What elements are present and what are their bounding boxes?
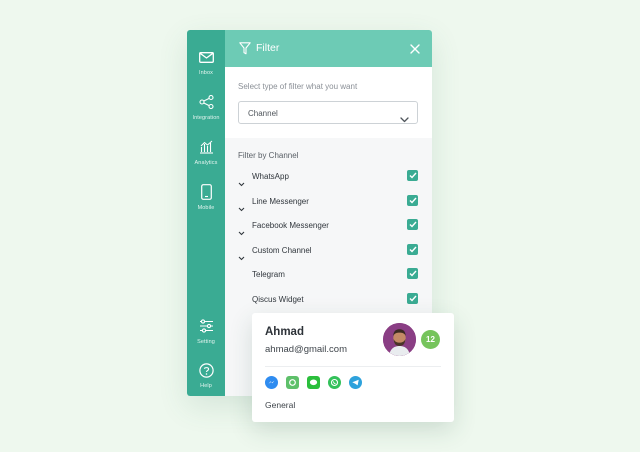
chevron-down-icon[interactable]	[238, 248, 245, 261]
contact-name: Ahmad	[265, 326, 304, 338]
sidebar-item-analytics[interactable]: Analytics	[187, 138, 225, 178]
channel-checkbox[interactable]	[407, 170, 418, 181]
list-item-line-messenger: Line Messenger	[225, 194, 432, 212]
channel-name: Telegram	[252, 270, 285, 279]
chart-icon	[197, 138, 215, 156]
channel-name: Facebook Messenger	[252, 221, 329, 230]
list-item-facebook-messenger: Facebook Messenger	[225, 218, 432, 236]
phone-icon	[197, 183, 215, 201]
sidebar-item-label: Help	[200, 383, 212, 389]
list-item-whatsapp: WhatsApp	[225, 169, 432, 187]
sidebar-item-inbox[interactable]: Inbox	[187, 48, 225, 88]
sidebar-item-label: Mobile	[197, 205, 215, 211]
unread-count-badge: 12	[421, 330, 440, 349]
channel-checkbox[interactable]	[407, 244, 418, 255]
channel-name: Line Messenger	[252, 197, 309, 206]
line-icon	[307, 376, 320, 389]
sidebar-item-label: Setting	[197, 339, 215, 345]
section-title: Filter by Channel	[238, 151, 299, 160]
help-icon	[197, 361, 215, 379]
telegram-icon	[349, 376, 362, 389]
sidebar-item-label: Inbox	[199, 70, 213, 76]
chevron-down-icon[interactable]	[238, 223, 245, 236]
chevron-down-icon[interactable]	[238, 199, 245, 212]
filter-type-selected-value: Channel	[248, 109, 278, 118]
divider	[265, 366, 441, 367]
list-item-telegram: Telegram	[225, 267, 432, 285]
sidebar-item-mobile[interactable]: Mobile	[187, 183, 225, 223]
contact-card[interactable]: Ahmad ahmad@gmail.com 12 General	[252, 313, 454, 422]
share-nodes-icon	[197, 93, 215, 111]
messenger-icon	[265, 376, 278, 389]
channel-checkbox[interactable]	[407, 293, 418, 304]
channel-name: WhatsApp	[252, 172, 289, 181]
avatar	[383, 323, 416, 356]
filter-type-select[interactable]: Channel	[238, 101, 418, 124]
contact-group: General	[265, 400, 296, 410]
sidebar-item-label: Analytics	[194, 160, 218, 166]
chevron-down-icon	[400, 110, 409, 123]
mail-icon	[197, 48, 215, 66]
contact-email: ahmad@gmail.com	[265, 344, 347, 355]
sidebar: Inbox Integration Analytics Mobile Setti…	[187, 30, 225, 396]
channel-checkbox[interactable]	[407, 195, 418, 206]
whatsapp-icon	[328, 376, 341, 389]
sliders-icon	[197, 317, 215, 335]
channel-name: Custom Channel	[252, 246, 312, 255]
qiscus-icon	[286, 376, 299, 389]
list-item-custom-channel: Custom Channel	[225, 243, 432, 261]
filter-panel-title: Filter	[256, 42, 280, 54]
channel-checkbox[interactable]	[407, 219, 418, 230]
sidebar-item-integration[interactable]: Integration	[187, 93, 225, 133]
close-icon[interactable]	[409, 42, 421, 54]
filter-type-prompt: Select type of filter what you want	[238, 82, 358, 91]
sidebar-item-label: Integration	[192, 115, 220, 121]
channel-checkbox[interactable]	[407, 268, 418, 279]
sidebar-item-setting[interactable]: Setting	[187, 317, 225, 357]
chevron-down-icon[interactable]	[238, 174, 245, 187]
sidebar-item-help[interactable]: Help	[187, 361, 225, 396]
filter-icon	[239, 42, 251, 55]
list-item-qiscus-widget: Qiscus Widget	[225, 292, 432, 310]
channel-name: Qiscus Widget	[252, 295, 304, 304]
filter-panel-header: Filter	[225, 30, 432, 67]
